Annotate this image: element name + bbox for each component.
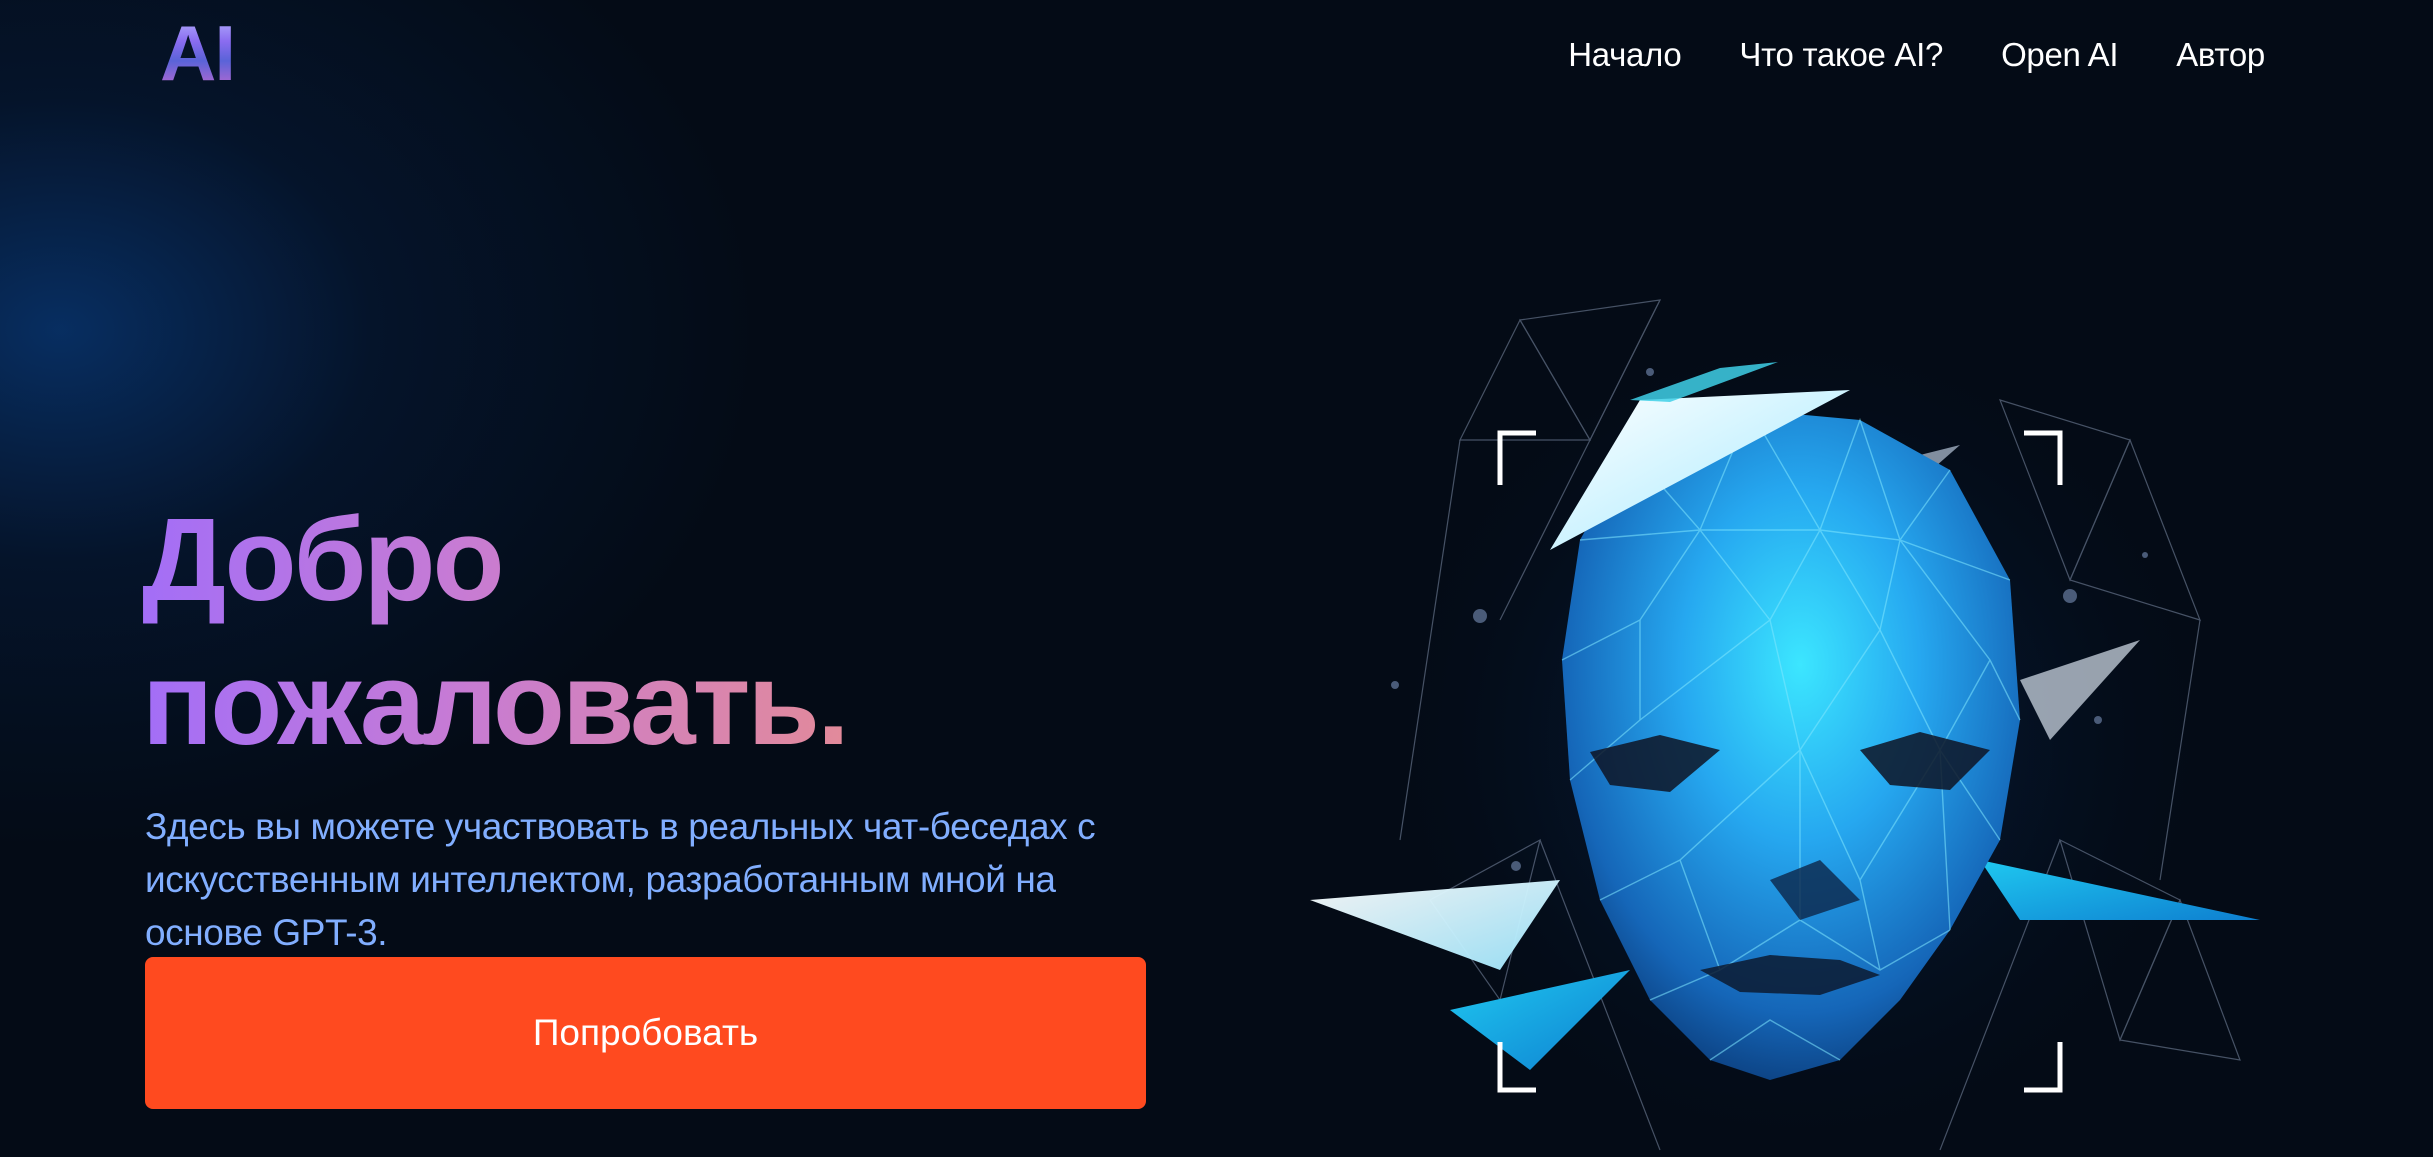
nav-link-open-ai[interactable]: Open AI [2001, 36, 2118, 74]
main-nav: Начало Что такое AI? Open AI Автор [1568, 36, 2265, 74]
nav-link-what-is-ai[interactable]: Что такое AI? [1739, 36, 1943, 74]
site-logo[interactable]: AI [160, 14, 236, 92]
hero-title-line-2: пожаловать. [142, 638, 847, 770]
hero-title-line-1: Добро [142, 494, 502, 626]
hero-description: Здесь вы можете участвовать в реальных ч… [145, 806, 1096, 953]
nav-link-author[interactable]: Автор [2176, 36, 2265, 74]
try-button[interactable]: Попробовать [145, 957, 1146, 1109]
nav-link-home[interactable]: Начало [1568, 36, 1681, 74]
low-poly-ai-face-icon [1310, 299, 2260, 1157]
landing-page: AI Начало Что такое AI? Open AI Автор До… [0, 0, 2433, 1157]
hero-title: Добро пожаловать. [142, 488, 847, 776]
